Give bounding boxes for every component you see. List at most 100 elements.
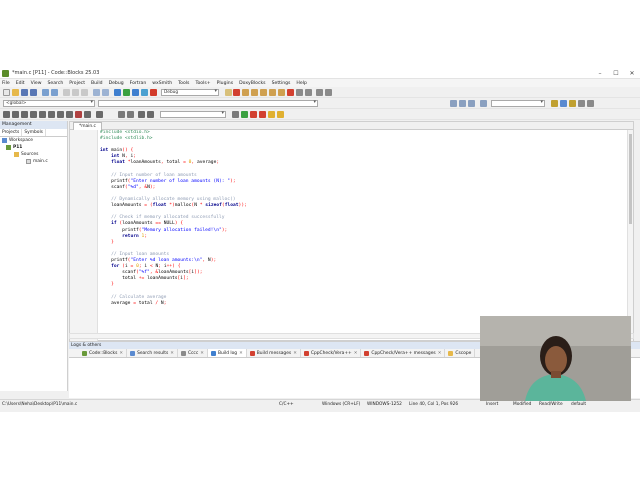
step-instruction-icon[interactable]	[278, 89, 285, 96]
debug-info-icon[interactable]	[305, 89, 312, 96]
tree-workspace[interactable]: Workspace	[0, 137, 67, 144]
close-tab-icon[interactable]: ✕	[119, 351, 123, 356]
menu-tools[interactable]: Tools	[178, 81, 189, 86]
build-and-run-icon[interactable]	[132, 89, 139, 96]
zoom-icon[interactable]	[96, 111, 103, 118]
extract-icon[interactable]	[39, 111, 46, 118]
tab-build-messages[interactable]: Build messages ✕	[247, 349, 301, 357]
menu-fortran[interactable]: Fortran	[130, 81, 147, 86]
menu-search[interactable]: Search	[48, 81, 64, 86]
chm-icon[interactable]	[21, 111, 28, 118]
menu-doxyblocks[interactable]: DoxyBlocks	[239, 81, 265, 86]
close-tab-icon[interactable]: ✕	[239, 351, 243, 356]
search-prev-icon[interactable]	[578, 100, 585, 107]
rebuild-icon[interactable]	[141, 89, 148, 96]
menu-build[interactable]: Build	[91, 81, 103, 86]
close-tab-icon[interactable]: ✕	[438, 351, 442, 356]
bookmark-toggle-icon[interactable]	[268, 111, 275, 118]
code-editor[interactable]: *main.c 1#include <stdio.h>2#include <st…	[69, 121, 634, 341]
new-file-icon[interactable]	[3, 89, 10, 96]
scope-select[interactable]: <global>	[3, 100, 95, 107]
regex-icon[interactable]	[587, 100, 594, 107]
bookmark-list-icon[interactable]	[277, 111, 284, 118]
step-out-icon[interactable]	[260, 89, 267, 96]
tab-build-log[interactable]: Build log ✕	[207, 349, 247, 357]
bookmark-prev-icon[interactable]	[250, 111, 257, 118]
jump-forward-icon[interactable]	[480, 100, 487, 107]
close-tab-icon[interactable]: ✕	[200, 351, 204, 356]
replace-icon[interactable]	[102, 89, 109, 96]
tab-search-results[interactable]: Search results ✕	[127, 349, 178, 357]
debug-windows-icon[interactable]	[296, 89, 303, 96]
html-icon[interactable]	[12, 111, 19, 118]
stop-debugger-icon[interactable]	[287, 89, 294, 96]
doxy-run-icon[interactable]	[75, 111, 82, 118]
jump-back-icon[interactable]	[450, 100, 457, 107]
tab-cscope[interactable]: Cscope	[445, 349, 476, 357]
tab-projects[interactable]: Projects	[0, 129, 23, 136]
doc-icon[interactable]	[3, 111, 10, 118]
spellcheck-icon[interactable]	[138, 111, 145, 118]
run-doxywizard-icon[interactable]	[66, 111, 73, 118]
highlight-icon[interactable]	[551, 100, 558, 107]
menu-edit[interactable]: Edit	[16, 81, 25, 86]
copy-icon[interactable]	[72, 89, 79, 96]
block-comment-icon[interactable]	[48, 111, 55, 118]
menu-plugins[interactable]: Plugins	[217, 81, 233, 86]
minimize-button[interactable]: –	[592, 68, 608, 79]
debug-run-icon[interactable]	[233, 89, 240, 96]
save-all-icon[interactable]	[30, 89, 37, 96]
build-target-select[interactable]: Debug	[161, 89, 219, 96]
language-select[interactable]	[160, 111, 226, 118]
close-button[interactable]: ✕	[624, 68, 640, 79]
tab-cppcheck[interactable]: CppCheck/Vera++ ✕	[301, 349, 362, 357]
abort-icon[interactable]	[150, 89, 157, 96]
tree-project[interactable]: P11	[0, 144, 67, 151]
thesaurus-icon[interactable]	[147, 111, 154, 118]
menu-settings[interactable]: Settings	[272, 81, 291, 86]
maximize-button[interactable]: ☐	[608, 68, 624, 79]
prev-bookmark-icon[interactable]	[459, 100, 466, 107]
toggle-comment-icon[interactable]	[316, 89, 323, 96]
run-icon[interactable]	[123, 89, 130, 96]
menu-view[interactable]: View	[31, 81, 42, 86]
menu-help[interactable]: Help	[296, 81, 306, 86]
open-folder-icon[interactable]	[12, 89, 19, 96]
code-line[interactable]: 29 average = total / N;	[100, 301, 627, 307]
debug-continue-icon[interactable]	[225, 89, 232, 96]
tab-codeblocks-log[interactable]: Code::Blocks ✕	[79, 349, 128, 357]
menu-wxsmith[interactable]: wxSmith	[152, 81, 172, 86]
symbol-search-select[interactable]	[491, 100, 545, 107]
step-into-icon[interactable]	[242, 89, 249, 96]
editor-vertical-scrollbar[interactable]	[627, 130, 633, 341]
config-icon[interactable]	[30, 111, 37, 118]
bookmark-icon[interactable]	[232, 111, 239, 118]
line-comment-icon[interactable]	[57, 111, 64, 118]
code-area[interactable]: 1#include <stdio.h>2#include <stdlib.h>3…	[100, 130, 627, 341]
search-next-icon[interactable]	[569, 100, 576, 107]
redo-icon[interactable]	[51, 89, 58, 96]
zoom-out-icon[interactable]	[127, 111, 134, 118]
step-over-icon[interactable]	[251, 89, 258, 96]
scrollbar-thumb[interactable]	[629, 134, 632, 224]
save-icon[interactable]	[21, 89, 28, 96]
tree-file[interactable]: main.c	[0, 158, 67, 165]
undo-icon[interactable]	[42, 89, 49, 96]
close-tab-icon[interactable]: ✕	[354, 351, 358, 356]
menu-file[interactable]: File	[2, 81, 10, 86]
next-bookmark-icon[interactable]	[468, 100, 475, 107]
find-icon[interactable]	[93, 89, 100, 96]
bookmark-next-icon[interactable]	[241, 111, 248, 118]
search-icon[interactable]	[560, 100, 567, 107]
build-gear-icon[interactable]	[114, 89, 121, 96]
next-instruction-icon[interactable]	[269, 89, 276, 96]
cut-icon[interactable]	[63, 89, 70, 96]
paste-icon[interactable]	[81, 89, 88, 96]
bookmark-clear-icon[interactable]	[259, 111, 266, 118]
function-select[interactable]	[98, 100, 318, 107]
editor-tab-main-c[interactable]: *main.c	[73, 122, 102, 130]
tree-sources-folder[interactable]: Sources	[0, 151, 67, 158]
zoom-in-icon[interactable]	[118, 111, 125, 118]
tab-cccc[interactable]: Cccc ✕	[178, 349, 208, 357]
menu-tools-plus[interactable]: Tools+	[195, 81, 210, 86]
